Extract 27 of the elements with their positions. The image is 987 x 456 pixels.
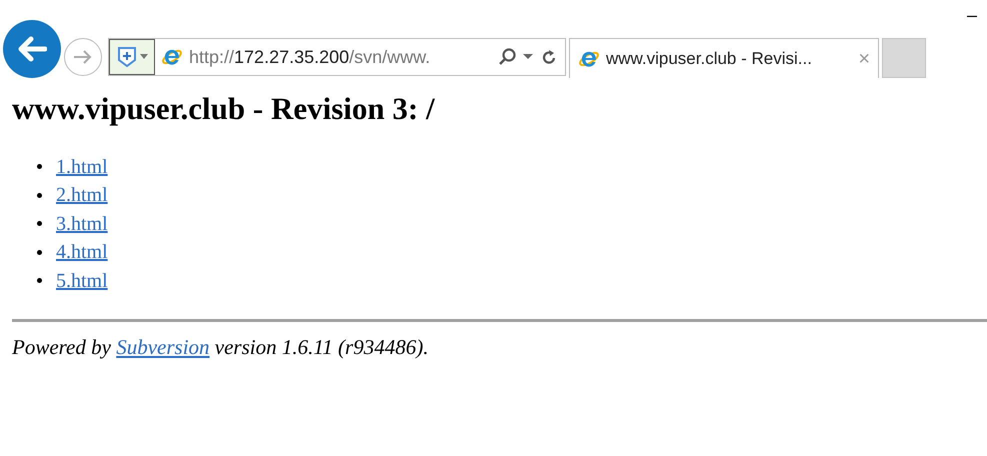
caret-icon[interactable] xyxy=(523,54,533,60)
file-link[interactable]: 4.html xyxy=(56,237,108,268)
search-icon[interactable] xyxy=(497,47,517,67)
caret-icon xyxy=(140,54,148,60)
bullet-icon xyxy=(37,221,42,226)
right-arrow-icon xyxy=(72,48,94,66)
file-link[interactable]: 3.html xyxy=(56,208,108,239)
left-arrow-icon xyxy=(17,36,47,62)
close-button[interactable]: × xyxy=(858,44,870,74)
footer-text: Powered by Subversion version 1.6.11 (r934486). xyxy=(12,334,430,361)
file-link[interactable]: 5.html xyxy=(56,266,108,296)
address-bar[interactable]: http://172.27.35.200/svn/www. xyxy=(108,38,566,76)
minimize-button[interactable]: – xyxy=(966,2,977,29)
bullet-icon xyxy=(37,192,42,198)
browser-tab[interactable]: www.vipuser.club - Revisi... × xyxy=(569,38,879,78)
bullet-icon xyxy=(37,278,42,284)
subversion-link[interactable]: Subversion xyxy=(116,335,210,359)
bullet-icon xyxy=(37,164,42,170)
refresh-icon[interactable] xyxy=(541,48,557,66)
url-text: http://172.27.35.200/svn/www. xyxy=(189,46,430,69)
page-heading: www.vipuser.club - Revision 3: / xyxy=(12,90,436,128)
file-link[interactable]: 2.html xyxy=(56,180,108,210)
security-button[interactable] xyxy=(109,39,155,75)
tab-title: www.vipuser.club - Revisi... xyxy=(606,48,812,70)
bullet-icon xyxy=(37,250,42,255)
shield-plus-icon xyxy=(116,45,138,69)
file-link[interactable]: 1.html xyxy=(56,152,108,182)
